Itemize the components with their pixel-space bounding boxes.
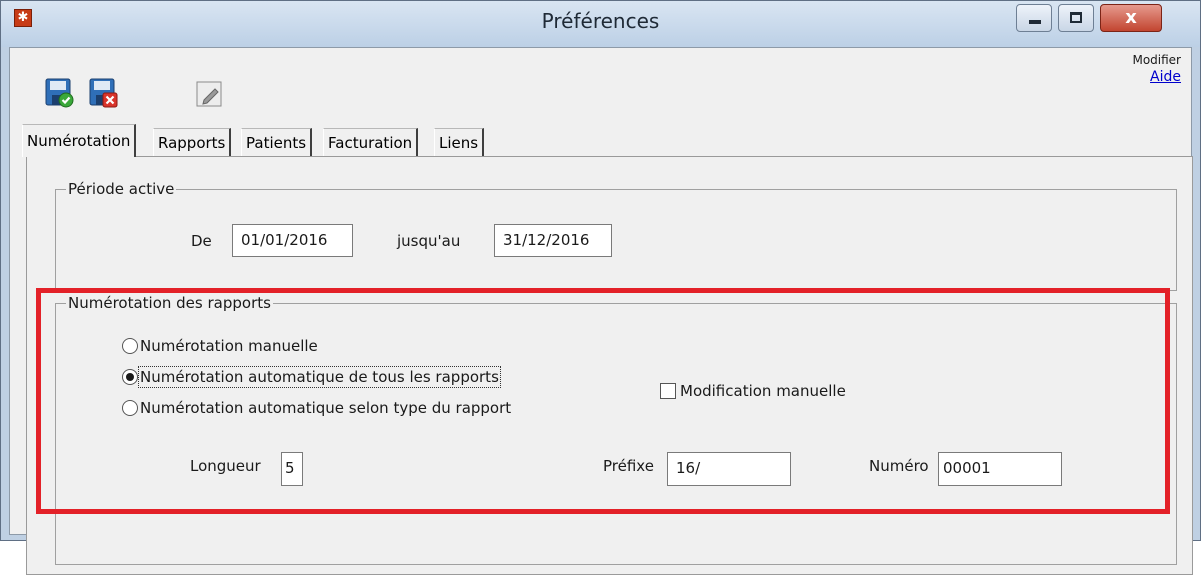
numero-label: Numéro [869,457,929,475]
periode-legend: Période active [66,180,177,198]
longueur-field[interactable]: 5 [281,452,303,486]
modifier-label: Modifier [1132,53,1181,67]
jusquau-label: jusqu'au [397,232,461,250]
tab-panel-numerotation: Période active De 01/01/2016 jusqu'au 31… [26,156,1193,575]
longueur-label: Longueur [190,457,261,475]
prefixe-field[interactable]: 16/ [667,452,791,486]
aide-link[interactable]: Aide [1150,69,1181,85]
radio-numerotation-manuelle-label[interactable]: Numérotation manuelle [140,337,318,355]
tab-rapports[interactable]: Rapports [153,128,232,156]
de-label: De [191,232,212,250]
title-bar[interactable]: ✱ Préférences x [1,1,1200,47]
numero-field[interactable]: 00001 [938,452,1062,486]
preferences-window: ✱ Préférences x Modifier Aide Numérotati… [0,0,1201,575]
radio-numerotation-automatique-type-label[interactable]: Numérotation automatique selon type du r… [140,399,511,417]
edit-icon[interactable] [194,79,226,111]
save-cancel-icon[interactable] [88,77,120,109]
groupbox-periode-active: Période active [55,180,1177,291]
modification-manuelle-checkbox[interactable] [660,383,676,399]
minimize-icon [1029,20,1041,24]
tab-numerotation[interactable]: Numérotation [22,124,137,157]
radio-numerotation-manuelle[interactable] [122,338,138,354]
date-de-field[interactable]: 01/01/2016 [232,224,353,257]
tab-liens[interactable]: Liens [434,128,485,156]
radio-numerotation-automatique-tous-label[interactable]: Numérotation automatique de tous les rap… [138,366,501,388]
maximize-button[interactable] [1058,4,1094,32]
client-area: Modifier Aide Numérotation Rapports Pati… [9,47,1193,575]
minimize-button[interactable] [1016,4,1052,32]
maximize-icon [1070,12,1082,23]
close-button[interactable]: x [1100,4,1162,32]
close-icon: x [1125,7,1137,28]
date-jusquau-field[interactable]: 31/12/2016 [494,224,612,257]
numerotation-legend: Numérotation des rapports [66,294,273,312]
modification-manuelle-label[interactable]: Modification manuelle [680,382,846,400]
save-accept-icon[interactable] [44,77,76,109]
tab-patients[interactable]: Patients [241,128,313,156]
radio-numerotation-automatique-tous[interactable] [122,369,138,385]
radio-selected-dot [126,373,134,381]
prefixe-label: Préfixe [603,457,654,475]
tab-facturation[interactable]: Facturation [323,128,419,156]
radio-numerotation-automatique-type[interactable] [122,400,138,416]
